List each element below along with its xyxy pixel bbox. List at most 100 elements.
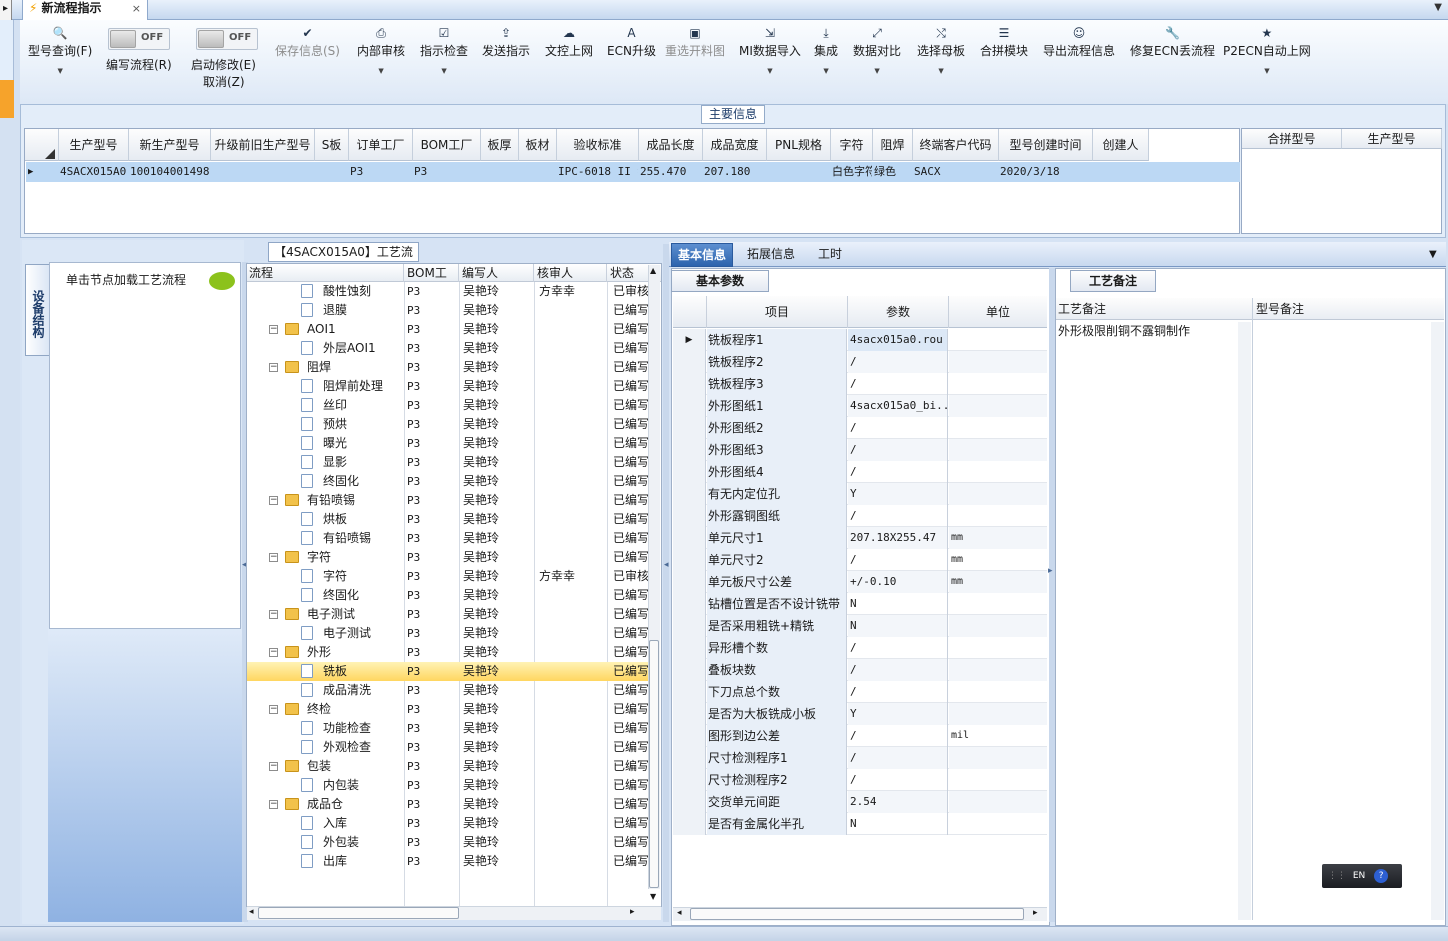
ime-language[interactable]: EN [1353, 871, 1365, 881]
model-remark-scrollbar[interactable] [1431, 322, 1444, 920]
tree-row[interactable]: 字符 P3 吴艳玲 方幸幸 已审核 [247, 567, 655, 586]
col-header[interactable]: 板材 [519, 129, 557, 161]
tab-list-dropdown-icon[interactable]: ▼ [1429, 249, 1437, 260]
col-header-flow[interactable]: 流程 [247, 264, 404, 282]
param-value[interactable]: / [848, 747, 948, 769]
scroll-right-icon[interactable]: ▸ [1033, 908, 1038, 918]
dropdown-arrow-icon[interactable]: ▼ [814, 67, 838, 75]
col-header[interactable]: 阻焊 [873, 129, 913, 161]
col-header[interactable]: BOM工厂 [413, 129, 481, 161]
table-cell[interactable]: 绿色 [874, 162, 912, 182]
param-row[interactable]: 外形图纸3/ [673, 439, 1047, 461]
param-value[interactable]: / [848, 417, 948, 439]
tree-expand-icon[interactable]: − [269, 496, 278, 505]
tab-basic-info[interactable]: 基本信息 [671, 243, 734, 267]
param-row[interactable]: 外形图纸4/ [673, 461, 1047, 483]
tree-expand-icon[interactable]: − [269, 363, 278, 372]
tree-row[interactable]: − AOI1 P3 吴艳玲 已编写 [247, 320, 655, 339]
param-value[interactable]: Y [848, 483, 948, 505]
tree-expand-icon[interactable]: − [269, 648, 278, 657]
col-header-param[interactable]: 参数 [848, 296, 949, 328]
tree-row[interactable]: 外观检查 P3 吴艳玲 已编写 [247, 738, 655, 757]
tree-row[interactable]: 有铅喷锡 P3 吴艳玲 已编写 [247, 529, 655, 548]
tree-row[interactable]: − 终检 P3 吴艳玲 已编写 [247, 700, 655, 719]
param-row[interactable]: 是否采用粗铣+精铣 N [673, 615, 1047, 637]
param-value[interactable]: / [848, 505, 948, 527]
tree-expand-icon[interactable]: − [269, 553, 278, 562]
param-unit[interactable] [949, 351, 1047, 373]
internal-audit-button[interactable]: ⎙ 内部审核 ▼ [357, 24, 405, 75]
param-value[interactable]: +/-0.10 [848, 571, 948, 593]
param-row[interactable]: 尺寸检测程序2/ [673, 769, 1047, 791]
col-header[interactable]: 型号创建时间 [999, 129, 1093, 161]
param-value[interactable]: / [848, 681, 948, 703]
col-header[interactable]: 验收标准 [557, 129, 639, 161]
tree-row[interactable]: 入库 P3 吴艳玲 已编写 [247, 814, 655, 833]
param-value[interactable]: / [848, 351, 948, 373]
close-tab-icon[interactable]: × [132, 0, 141, 18]
param-value[interactable]: 4sacx015a0.rou [848, 329, 948, 351]
instruction-check-button[interactable]: ☑ 指示检查 ▼ [420, 24, 468, 75]
table-cell[interactable] [212, 162, 314, 182]
param-unit[interactable] [949, 703, 1047, 725]
param-unit[interactable] [949, 681, 1047, 703]
param-unit[interactable] [949, 659, 1047, 681]
param-unit[interactable] [949, 505, 1047, 527]
tree-row[interactable]: − 有铅喷锡 P3 吴艳玲 已编写 [247, 491, 655, 510]
col-header[interactable]: 终端客户代码 [913, 129, 999, 161]
param-value[interactable]: / [848, 439, 948, 461]
col-header[interactable]: 新生产型号 [129, 129, 211, 161]
merge-module-button[interactable]: ☰ 合拼模块 [980, 24, 1028, 59]
param-row[interactable]: 是否有金属化半孔 N [673, 813, 1047, 835]
ecn-upgrade-button[interactable]: A ECN升级 [607, 24, 656, 59]
col-header[interactable]: 成品宽度 [703, 129, 767, 161]
param-row[interactable]: 单元尺寸2/mm [673, 549, 1047, 571]
param-row[interactable]: 异形槽个数 / [673, 637, 1047, 659]
col-header[interactable]: 订单工厂 [349, 129, 413, 161]
param-value[interactable]: / [848, 637, 948, 659]
dropdown-arrow-icon[interactable]: ▼ [1223, 67, 1311, 75]
tree-expand-icon[interactable]: − [269, 705, 278, 714]
tree-row[interactable]: 铣板 P3 吴艳玲 已编写 [247, 662, 655, 681]
param-value[interactable]: N [848, 813, 948, 835]
tree-row[interactable]: − 电子测试 P3 吴艳玲 已编写 [247, 605, 655, 624]
param-value[interactable]: / [848, 769, 948, 791]
tab-extended-info[interactable]: 拓展信息 [741, 243, 801, 267]
param-value[interactable]: / [848, 549, 948, 571]
tree-row[interactable]: 电子测试 P3 吴艳玲 已编写 [247, 624, 655, 643]
params-horizontal-scroll-thumb[interactable] [690, 908, 1024, 920]
param-unit[interactable] [949, 813, 1047, 835]
dropdown-arrow-icon[interactable]: ▼ [28, 67, 92, 75]
send-instruction-button[interactable]: ⇪ 发送指示 [482, 24, 530, 59]
param-unit[interactable] [949, 461, 1047, 483]
col-header[interactable]: S板 [315, 129, 349, 161]
param-unit[interactable]: mil [949, 725, 1047, 747]
collapse-middle-icon[interactable]: ◂ [664, 560, 669, 570]
mi-data-import-button[interactable]: ⇲ MI数据导入 ▼ [739, 24, 801, 75]
col-header-writer[interactable]: 编写人 [460, 264, 534, 282]
table-cell[interactable] [768, 162, 830, 182]
param-row[interactable]: 铣板程序2/ [673, 351, 1047, 373]
param-unit[interactable]: mm [949, 571, 1047, 593]
dropdown-arrow-icon[interactable]: ▼ [357, 67, 405, 75]
param-value[interactable]: / [848, 461, 948, 483]
param-row[interactable]: 外形露铜图纸 / [673, 505, 1047, 527]
tree-row[interactable]: − 包装 P3 吴艳玲 已编写 [247, 757, 655, 776]
param-value[interactable]: 207.18X255.47 [848, 527, 948, 549]
param-row[interactable]: 单元板尺寸公差 +/-0.10 mm [673, 571, 1047, 593]
tree-row[interactable]: 内包装 P3 吴艳玲 已编写 [247, 776, 655, 795]
tree-row[interactable]: 出库 P3 吴艳玲 已编写 [247, 852, 655, 871]
dropdown-arrow-icon[interactable]: ▼ [917, 67, 965, 75]
cancel-modify-button[interactable]: 取消(Z) [203, 73, 245, 90]
table-cell[interactable]: 255.470 [640, 162, 702, 182]
table-cell[interactable]: P3 [414, 162, 480, 182]
param-row[interactable]: 单元尺寸1 207.18X255.47 mm [673, 527, 1047, 549]
tree-expand-icon[interactable]: − [269, 325, 278, 334]
flow-horizontal-scroll-thumb[interactable] [258, 907, 459, 919]
merge-col-header[interactable]: 生产型号 [1342, 129, 1442, 149]
col-header[interactable]: 字符 [831, 129, 873, 161]
tree-expand-icon[interactable]: − [269, 762, 278, 771]
col-header-status[interactable]: 状态 [608, 264, 652, 282]
param-unit[interactable] [949, 373, 1047, 395]
param-unit[interactable] [949, 395, 1047, 417]
